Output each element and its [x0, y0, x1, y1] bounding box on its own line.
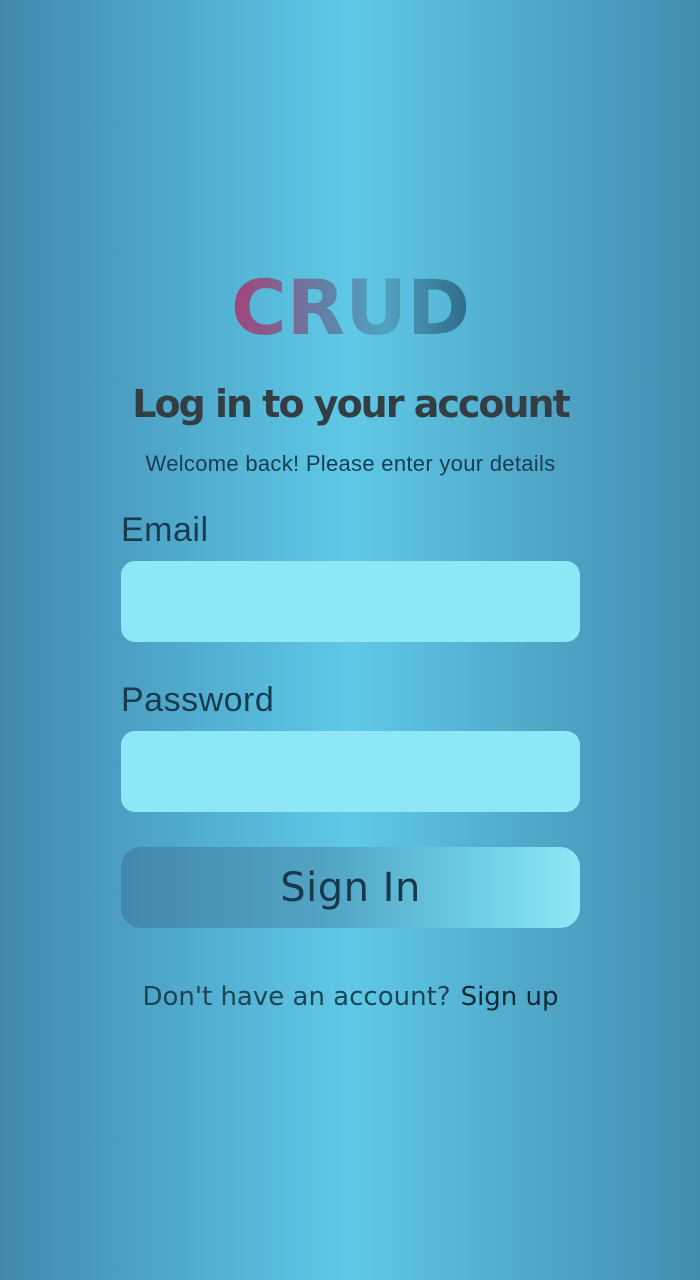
- logo-text: CRUD: [230, 263, 471, 352]
- page-subtitle: Welcome back! Please enter your details: [145, 451, 556, 476]
- signup-prompt: Don't have an account? Sign up: [101, 977, 600, 1017]
- email-field[interactable]: [121, 561, 580, 642]
- page-title: Log in to your account: [132, 382, 571, 426]
- logo: CRUD: [121, 270, 580, 346]
- sign-in-button[interactable]: Sign In: [121, 847, 580, 928]
- email-label: Email: [121, 511, 209, 549]
- sign-up-link[interactable]: Sign up: [461, 982, 559, 1012]
- password-label: Password: [121, 681, 275, 719]
- signup-prompt-text: Don't have an account?: [142, 982, 451, 1012]
- password-field[interactable]: [121, 731, 580, 812]
